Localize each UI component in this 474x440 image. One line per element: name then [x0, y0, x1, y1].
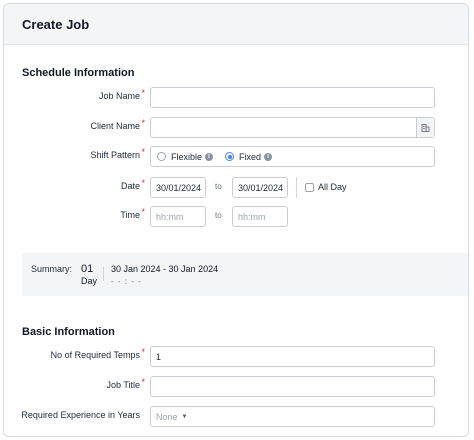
required-experience-label: Required Experience in Years: [21, 410, 140, 420]
summary-panel: Summary: 01 Day 30 Jan 2024 - 30 Jan 202…: [22, 253, 468, 296]
summary-days-unit: Day: [81, 276, 98, 286]
time-to-input[interactable]: hh:mm: [232, 206, 288, 227]
date-row: Date * 30/01/2024 to 30/01/2024 All Day: [4, 177, 468, 198]
time-from-input[interactable]: hh:mm: [150, 206, 206, 227]
shift-pattern-group: Flexible i Fixed i: [150, 146, 435, 167]
info-icon: i: [205, 152, 214, 161]
create-job-modal: Create Job Schedule Information Job Name…: [3, 3, 469, 437]
time-row: Time * hh:mm to hh:mm: [4, 206, 468, 227]
job-name-row: Job Name *: [4, 87, 468, 108]
schedule-section-title: Schedule Information: [22, 67, 135, 79]
summary-label: Summary:: [31, 264, 73, 274]
summary-days-count: 01: [81, 263, 94, 275]
all-day-checkbox[interactable]: [305, 183, 314, 192]
time-label: Time *: [120, 207, 145, 220]
caret-down-icon: ▼: [181, 413, 188, 420]
shift-pattern-row: Shift Pattern * Flexible i Fixed i: [4, 146, 468, 167]
required-experience-select[interactable]: None ▼: [150, 406, 435, 427]
job-name-input[interactable]: [150, 87, 435, 108]
modal-title: Create Job: [22, 16, 90, 32]
job-title-row: Job Title *: [4, 376, 468, 397]
building-icon[interactable]: [416, 118, 434, 137]
radio-flexible-circle: [157, 152, 166, 161]
summary-divider: [103, 267, 104, 281]
date-to-label: to: [215, 182, 222, 191]
info-icon: i: [264, 152, 273, 161]
radio-fixed[interactable]: Fixed i: [225, 151, 273, 162]
required-asterisk: *: [141, 118, 145, 128]
basic-section-title: Basic Information: [22, 326, 115, 338]
date-divider: [296, 177, 297, 198]
shift-pattern-label: Shift Pattern *: [90, 147, 145, 160]
required-experience-value: None: [156, 411, 178, 422]
radio-flexible-label: Flexible: [171, 151, 203, 162]
required-temps-label: No of Required Temps *: [50, 347, 145, 360]
job-title-label: Job Title *: [106, 377, 145, 390]
required-temps-row: No of Required Temps * 1: [4, 346, 468, 367]
required-asterisk: *: [141, 207, 145, 217]
radio-flexible[interactable]: Flexible i: [157, 151, 214, 162]
summary-time-range: - - : - -: [111, 277, 142, 286]
modal-header: Create Job: [4, 4, 468, 45]
job-name-label: Job Name *: [98, 88, 145, 101]
required-asterisk: *: [141, 347, 145, 357]
required-experience-row: Required Experience in Years None ▼: [4, 406, 468, 427]
date-to-input[interactable]: 30/01/2024: [232, 177, 288, 198]
all-day-label: All Day: [318, 182, 347, 192]
summary-date-range: 30 Jan 2024 - 30 Jan 2024: [111, 264, 219, 274]
required-temps-input[interactable]: 1: [150, 346, 435, 367]
job-title-input[interactable]: [150, 376, 435, 397]
required-asterisk: *: [141, 377, 145, 387]
required-asterisk: *: [141, 147, 145, 157]
required-asterisk: *: [141, 88, 145, 98]
radio-fixed-circle: [225, 152, 235, 161]
date-label: Date *: [120, 178, 145, 191]
client-name-label: Client Name *: [90, 118, 145, 131]
time-to-label: to: [215, 211, 222, 220]
client-name-row: Client Name *: [4, 117, 468, 138]
radio-fixed-label: Fixed: [239, 151, 262, 162]
required-asterisk: *: [141, 178, 145, 188]
date-from-input[interactable]: 30/01/2024: [150, 177, 206, 198]
client-name-input[interactable]: [150, 117, 435, 138]
